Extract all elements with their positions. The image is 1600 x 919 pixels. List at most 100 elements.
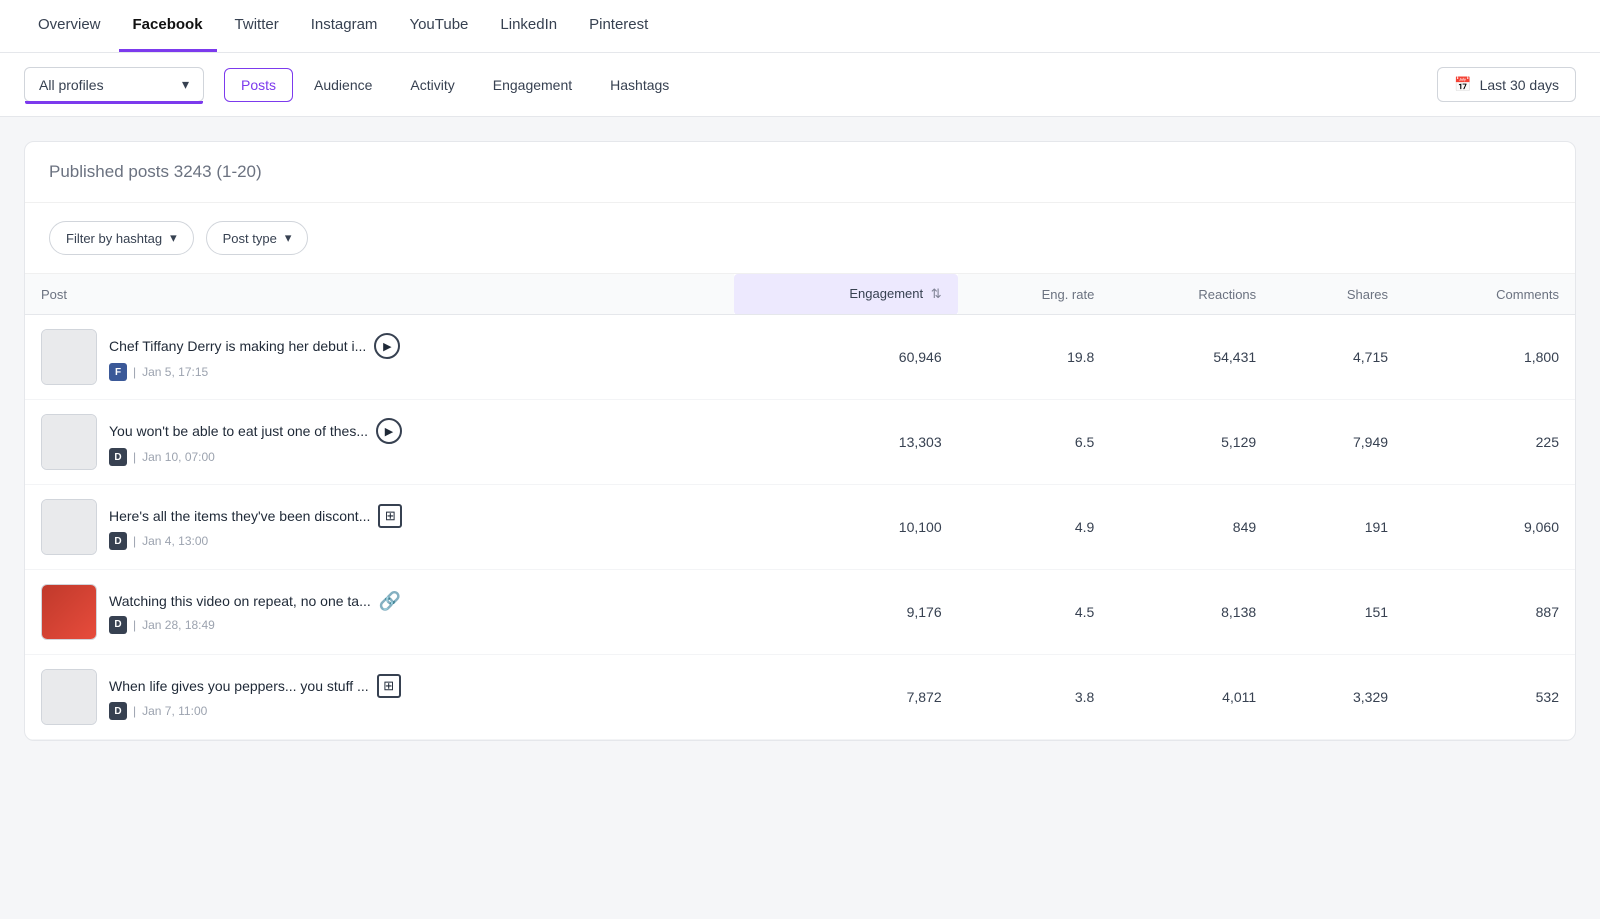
post-separator: | xyxy=(133,534,136,548)
post-type-icon: ▶ xyxy=(374,333,400,359)
post-eng-rate: 6.5 xyxy=(958,400,1111,485)
posts-table: Post Engagement ⇅ Eng. rate Reactions Sh… xyxy=(25,274,1575,740)
post-badge: F xyxy=(109,363,127,381)
section-title: Published posts 3243 (1-20) xyxy=(49,162,262,181)
date-range-button[interactable]: 📅 Last 30 days xyxy=(1437,67,1576,102)
post-type-icon: ▶ xyxy=(376,418,402,444)
post-shares: 3,329 xyxy=(1272,655,1404,740)
posttype-filter-label: Post type xyxy=(223,231,277,246)
chevron-down-icon: ▾ xyxy=(285,230,292,246)
profile-select[interactable]: All profiles ▾ xyxy=(24,67,204,102)
section-title-text: Published posts xyxy=(49,162,169,181)
card-header: Published posts 3243 (1-20) xyxy=(25,142,1575,203)
date-range-label: Last 30 days xyxy=(1480,77,1559,93)
post-engagement: 7,872 xyxy=(734,655,958,740)
table-row[interactable]: Watching this video on repeat, no one ta… xyxy=(25,570,1575,655)
post-engagement: 60,946 xyxy=(734,315,958,400)
nav-item-youtube[interactable]: YouTube xyxy=(395,0,482,52)
posts-card: Published posts 3243 (1-20) Filter by ha… xyxy=(24,141,1576,741)
table-row[interactable]: When life gives you peppers... you stuff… xyxy=(25,655,1575,740)
post-separator: | xyxy=(133,704,136,718)
col-engagement[interactable]: Engagement ⇅ xyxy=(734,274,958,315)
sort-icon: ⇅ xyxy=(931,286,942,301)
post-thumbnail xyxy=(41,414,97,470)
nav-item-pinterest[interactable]: Pinterest xyxy=(575,0,662,52)
post-engagement: 10,100 xyxy=(734,485,958,570)
calendar-icon: 📅 xyxy=(1454,76,1471,93)
post-info: Here's all the items they've been discon… xyxy=(109,504,402,550)
post-type-icon: 🔗 xyxy=(379,591,401,612)
post-separator: | xyxy=(133,618,136,632)
post-shares: 7,949 xyxy=(1272,400,1404,485)
post-comments: 1,800 xyxy=(1404,315,1575,400)
post-text: Here's all the items they've been discon… xyxy=(109,504,402,528)
post-thumbnail xyxy=(41,584,97,640)
section-count: 3243 (1-20) xyxy=(174,162,262,181)
nav-item-facebook[interactable]: Facebook xyxy=(119,0,217,52)
post-cell: Watching this video on repeat, no one ta… xyxy=(25,570,734,655)
nav-item-linkedin[interactable]: LinkedIn xyxy=(486,0,571,52)
post-date: Jan 28, 18:49 xyxy=(142,618,215,632)
post-title: You won't be able to eat just one of the… xyxy=(109,423,368,439)
header-row: Post Engagement ⇅ Eng. rate Reactions Sh… xyxy=(25,274,1575,315)
post-cell: You won't be able to eat just one of the… xyxy=(25,400,734,485)
post-thumbnail xyxy=(41,499,97,555)
post-engagement: 9,176 xyxy=(734,570,958,655)
nav-item-overview[interactable]: Overview xyxy=(24,0,115,52)
tab-engagement[interactable]: Engagement xyxy=(476,68,589,102)
profile-select-label: All profiles xyxy=(39,77,104,93)
post-reactions: 8,138 xyxy=(1110,570,1272,655)
tab-audience[interactable]: Audience xyxy=(297,68,389,102)
post-engagement: 13,303 xyxy=(734,400,958,485)
post-info: When life gives you peppers... you stuff… xyxy=(109,674,401,720)
post-date: Jan 4, 13:00 xyxy=(142,534,208,548)
post-info: You won't be able to eat just one of the… xyxy=(109,418,402,466)
post-info: Watching this video on repeat, no one ta… xyxy=(109,591,401,634)
table-row[interactable]: Here's all the items they've been discon… xyxy=(25,485,1575,570)
post-comments: 225 xyxy=(1404,400,1575,485)
col-comments: Comments xyxy=(1404,274,1575,315)
filter-bar: Filter by hashtag ▾ Post type ▾ xyxy=(25,203,1575,274)
col-shares: Shares xyxy=(1272,274,1404,315)
hashtag-filter-label: Filter by hashtag xyxy=(66,231,162,246)
posttype-filter-button[interactable]: Post type ▾ xyxy=(206,221,309,255)
nav-item-instagram[interactable]: Instagram xyxy=(297,0,392,52)
tab-hashtags[interactable]: Hashtags xyxy=(593,68,686,102)
tab-activity[interactable]: Activity xyxy=(393,68,471,102)
post-meta: D | Jan 28, 18:49 xyxy=(109,616,401,634)
col-eng-rate: Eng. rate xyxy=(958,274,1111,315)
post-text: Watching this video on repeat, no one ta… xyxy=(109,591,401,612)
post-eng-rate: 4.5 xyxy=(958,570,1111,655)
post-shares: 151 xyxy=(1272,570,1404,655)
post-text: When life gives you peppers... you stuff… xyxy=(109,674,401,698)
hashtag-filter-button[interactable]: Filter by hashtag ▾ xyxy=(49,221,194,255)
post-meta: D | Jan 10, 07:00 xyxy=(109,448,402,466)
post-title: Watching this video on repeat, no one ta… xyxy=(109,593,371,609)
post-comments: 887 xyxy=(1404,570,1575,655)
post-meta: D | Jan 4, 13:00 xyxy=(109,532,402,550)
post-thumbnail xyxy=(41,329,97,385)
tab-group: PostsAudienceActivityEngagementHashtags xyxy=(224,68,686,102)
post-separator: | xyxy=(133,365,136,379)
table-row[interactable]: You won't be able to eat just one of the… xyxy=(25,400,1575,485)
post-title: Chef Tiffany Derry is making her debut i… xyxy=(109,338,366,354)
post-eng-rate: 4.9 xyxy=(958,485,1111,570)
post-type-icon: ⊞ xyxy=(377,674,401,698)
chevron-down-icon: ▾ xyxy=(182,76,189,93)
table-body: Chef Tiffany Derry is making her debut i… xyxy=(25,315,1575,740)
table-row[interactable]: Chef Tiffany Derry is making her debut i… xyxy=(25,315,1575,400)
tab-posts[interactable]: Posts xyxy=(224,68,293,102)
top-navigation: OverviewFacebookTwitterInstagramYouTubeL… xyxy=(0,0,1600,53)
post-date: Jan 10, 07:00 xyxy=(142,450,215,464)
post-text: Chef Tiffany Derry is making her debut i… xyxy=(109,333,400,359)
post-date: Jan 7, 11:00 xyxy=(142,704,207,718)
post-badge: D xyxy=(109,448,127,466)
post-title: Here's all the items they've been discon… xyxy=(109,508,370,524)
post-comments: 9,060 xyxy=(1404,485,1575,570)
post-badge: D xyxy=(109,702,127,720)
post-meta: D | Jan 7, 11:00 xyxy=(109,702,401,720)
post-type-icon: ⊞ xyxy=(378,504,402,528)
post-eng-rate: 19.8 xyxy=(958,315,1111,400)
nav-item-twitter[interactable]: Twitter xyxy=(221,0,293,52)
post-badge: D xyxy=(109,532,127,550)
